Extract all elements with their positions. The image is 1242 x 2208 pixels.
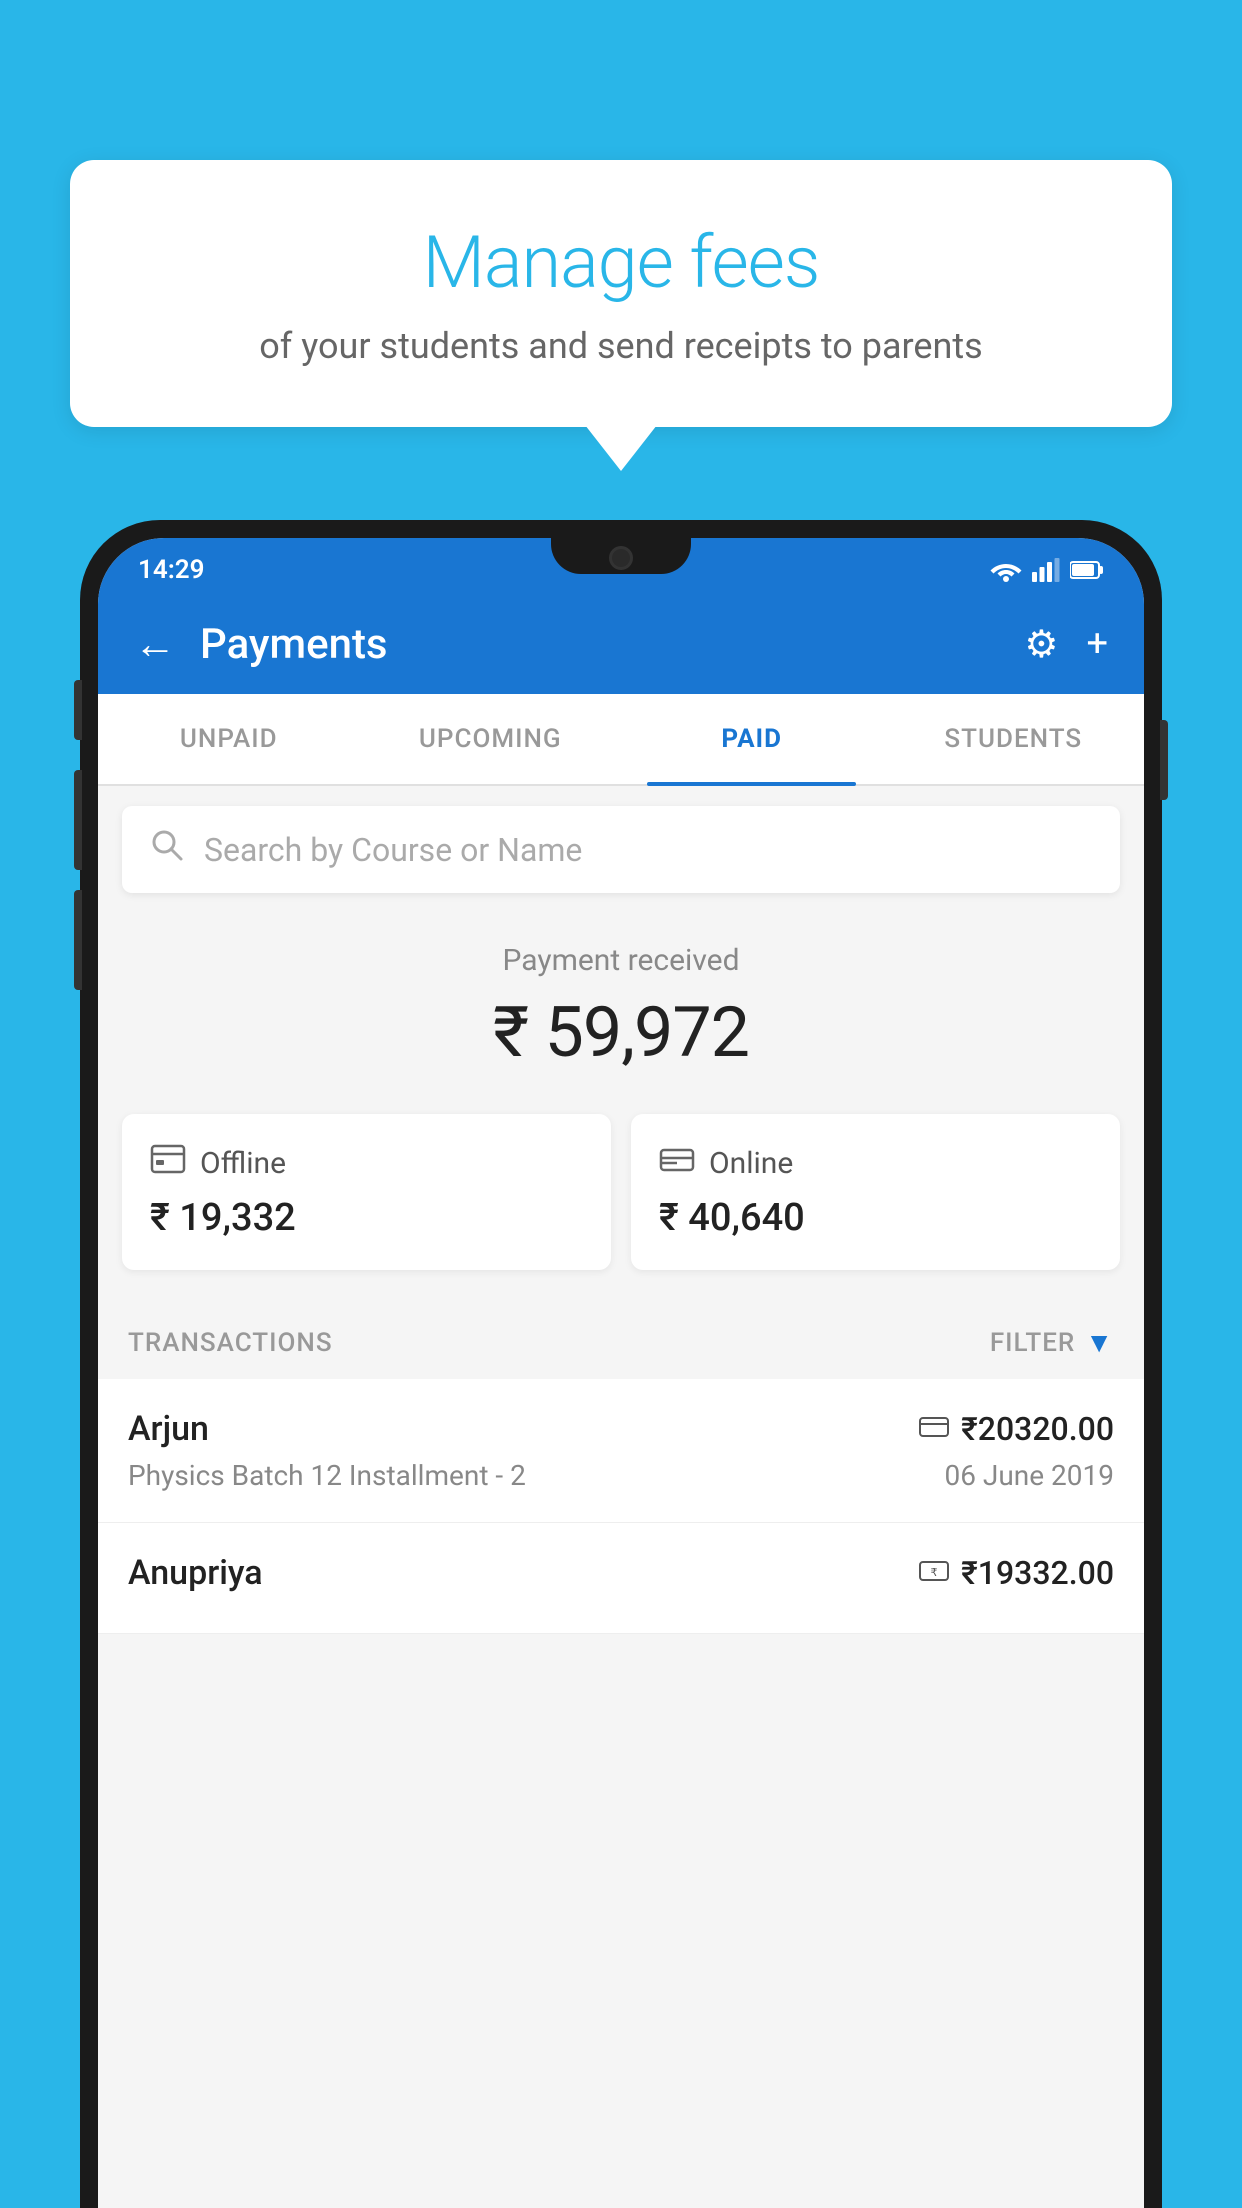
- add-icon[interactable]: +: [1086, 622, 1108, 666]
- page-title: Payments: [200, 620, 1024, 669]
- speech-bubble-container: Manage fees of your students and send re…: [70, 160, 1172, 427]
- online-card-header: Online: [659, 1144, 1092, 1182]
- phone-screen: 14:29: [98, 538, 1144, 2208]
- card-payment-icon: [919, 1413, 949, 1446]
- search-input[interactable]: Search by Course or Name: [204, 831, 582, 869]
- transaction-date: 06 June 2019: [944, 1459, 1114, 1492]
- svg-text:₹: ₹: [931, 1567, 938, 1579]
- transaction-top: Anupriya ₹ ₹19332.00: [128, 1553, 1114, 1593]
- transaction-top: Arjun ₹20320.00: [128, 1409, 1114, 1449]
- battery-icon: [1070, 560, 1104, 580]
- speech-bubble: Manage fees of your students and send re…: [70, 160, 1172, 427]
- transaction-amount: ₹19332.00: [961, 1554, 1114, 1592]
- camera: [609, 546, 633, 570]
- offline-amount: ₹ 19,332: [150, 1196, 583, 1240]
- transaction-amount-row: ₹20320.00: [919, 1410, 1114, 1448]
- status-time: 14:29: [138, 555, 205, 585]
- app-header: ← Payments ⚙ +: [98, 594, 1144, 694]
- cash-payment-icon: ₹: [919, 1557, 949, 1590]
- manage-fees-title: Manage fees: [150, 220, 1092, 305]
- transactions-label: TRANSACTIONS: [128, 1328, 333, 1358]
- phone-side-btn-left1: [74, 680, 82, 740]
- offline-card-header: Offline: [150, 1144, 583, 1182]
- offline-label: Offline: [200, 1146, 286, 1181]
- online-card: Online ₹ 40,640: [631, 1114, 1120, 1270]
- manage-fees-subtitle: of your students and send receipts to pa…: [150, 325, 1092, 367]
- transaction-name: Arjun: [128, 1409, 209, 1449]
- payment-cards: Offline ₹ 19,332 Online: [98, 1114, 1144, 1300]
- tab-students[interactable]: STUDENTS: [883, 694, 1145, 784]
- transaction-row[interactable]: Arjun ₹20320.00 Physics: [98, 1379, 1144, 1523]
- settings-icon[interactable]: ⚙: [1024, 622, 1058, 667]
- transaction-name: Anupriya: [128, 1553, 263, 1593]
- transaction-course: Physics Batch 12 Installment - 2: [128, 1459, 526, 1492]
- phone-side-btn-right: [1160, 720, 1168, 800]
- online-label: Online: [709, 1146, 793, 1181]
- transaction-row[interactable]: Anupriya ₹ ₹19332.00: [98, 1523, 1144, 1634]
- back-button[interactable]: ←: [134, 620, 176, 669]
- payment-total-amount: ₹ 59,972: [138, 992, 1104, 1074]
- online-payment-icon: [659, 1144, 695, 1182]
- phone-side-btn-left2: [74, 770, 82, 870]
- filter-icon: ▼: [1085, 1326, 1114, 1359]
- tab-unpaid[interactable]: UNPAID: [98, 694, 360, 784]
- header-actions: ⚙ +: [1024, 622, 1108, 667]
- tab-upcoming[interactable]: UPCOMING: [360, 694, 622, 784]
- online-amount: ₹ 40,640: [659, 1196, 1092, 1240]
- wifi-icon: [990, 558, 1022, 582]
- tab-paid[interactable]: PAID: [621, 694, 883, 784]
- transaction-list: Arjun ₹20320.00 Physics: [98, 1379, 1144, 1634]
- status-icons: [990, 558, 1104, 582]
- signal-icon: [1032, 558, 1060, 582]
- phone-notch: [551, 538, 691, 574]
- offline-payment-icon: [150, 1144, 186, 1182]
- transaction-amount-row: ₹ ₹19332.00: [919, 1554, 1114, 1592]
- search-icon: [150, 828, 184, 871]
- phone-wrapper: 14:29: [80, 520, 1162, 2208]
- transactions-header: TRANSACTIONS FILTER ▼: [98, 1300, 1144, 1379]
- transaction-bottom: Physics Batch 12 Installment - 2 06 June…: [128, 1459, 1114, 1492]
- filter-label: FILTER: [990, 1328, 1075, 1358]
- filter-button[interactable]: FILTER ▼: [990, 1326, 1114, 1359]
- phone-side-btn-left3: [74, 890, 82, 990]
- search-bar[interactable]: Search by Course or Name: [122, 806, 1120, 893]
- offline-card: Offline ₹ 19,332: [122, 1114, 611, 1270]
- payment-summary: Payment received ₹ 59,972: [98, 913, 1144, 1114]
- payment-received-label: Payment received: [138, 943, 1104, 978]
- tabs-bar: UNPAID UPCOMING PAID STUDENTS: [98, 694, 1144, 786]
- transaction-amount: ₹20320.00: [961, 1410, 1114, 1448]
- phone-outer: 14:29: [80, 520, 1162, 2208]
